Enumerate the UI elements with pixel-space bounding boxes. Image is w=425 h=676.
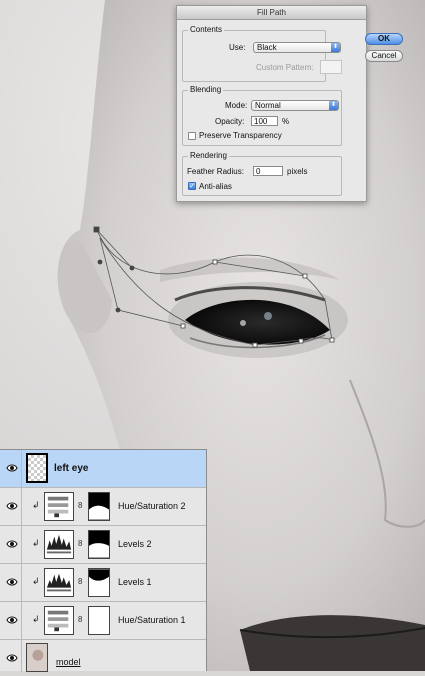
eye-icon[interactable]: [6, 463, 18, 473]
custom-pattern-label: Custom Pattern:: [256, 63, 314, 72]
link-chain-icon: 8: [78, 539, 83, 548]
layer-name: Hue/Saturation 1: [118, 615, 186, 625]
custom-pattern-picker[interactable]: [320, 60, 342, 74]
use-label: Use:: [229, 43, 246, 52]
clipping-arrow-icon: ↲: [32, 538, 40, 548]
hue-saturation-icon: [44, 606, 74, 635]
feather-unit: pixels: [287, 167, 308, 176]
rendering-label: Rendering: [188, 151, 229, 160]
blending-group: Blending Mode: Normal ⬍ Opacity: 100 % P…: [182, 85, 342, 146]
opacity-label: Opacity:: [215, 117, 245, 126]
mode-label: Mode:: [225, 101, 248, 110]
lips: [240, 615, 425, 671]
link-chain-icon: 8: [78, 615, 83, 624]
ok-button[interactable]: OK: [365, 33, 403, 45]
preserve-transparency-label: Preserve Transparency: [199, 131, 282, 140]
use-select-arrows-icon: ⬍: [331, 43, 340, 52]
anti-alias-label: Anti-alias: [199, 182, 232, 191]
link-chain-icon: 8: [78, 501, 83, 510]
clipping-arrow-icon: ↲: [32, 576, 40, 586]
preserve-transparency-checkbox[interactable]: [188, 132, 196, 140]
hue-saturation-icon: [44, 492, 74, 521]
layer-row-levels-1[interactable]: ↲ 8 Levels 1: [0, 564, 206, 602]
layer-name: Hue/Saturation 2: [118, 501, 186, 511]
layer-row-model[interactable]: model: [0, 640, 206, 672]
layer-row-levels-2[interactable]: ↲ 8 Levels 2: [0, 526, 206, 564]
opacity-unit: %: [282, 117, 290, 126]
mode-select-arrows-icon: ⬍: [329, 101, 338, 110]
eye-icon[interactable]: [6, 539, 18, 549]
eye-icon[interactable]: [6, 615, 18, 625]
blending-label: Blending: [188, 85, 224, 94]
fill-path-dialog: Fill Path Contents Use: Black ⬍ Custom P…: [176, 5, 403, 202]
layer-row-hue-saturation-2[interactable]: ↲ 8 Hue/Saturation 2: [0, 488, 206, 526]
feather-radius-field[interactable]: 0: [253, 166, 283, 176]
eye-icon[interactable]: [6, 653, 18, 663]
link-chain-icon: 8: [78, 577, 83, 586]
eye-icon[interactable]: [6, 577, 18, 587]
feather-radius-label: Feather Radius:: [187, 167, 244, 176]
layer-name: left eye: [54, 463, 89, 474]
layer-row-hue-saturation-1[interactable]: ↲ 8 Hue/Saturation 1: [0, 602, 206, 640]
use-select[interactable]: Black ⬍: [253, 42, 341, 53]
layer-thumbnail: [26, 643, 48, 672]
opacity-field[interactable]: 100: [251, 116, 278, 126]
layer-row-left-eye[interactable]: left eye: [0, 450, 206, 488]
anti-alias-checkbox[interactable]: ✓: [188, 182, 196, 190]
layer-thumbnail: [26, 453, 48, 483]
levels-icon: [44, 568, 74, 597]
layers-panel: left eye ↲ 8 Hue/Saturation 2 ↲ 8 Levels…: [0, 449, 207, 672]
layer-name: Levels 2: [118, 539, 152, 549]
layer-mask-thumbnail: [88, 568, 110, 597]
clipping-arrow-icon: ↲: [32, 614, 40, 624]
layer-name: model: [56, 657, 81, 667]
contents-group: Contents Use: Black ⬍ Custom Pattern:: [182, 25, 342, 82]
dialog-title: Fill Path: [177, 6, 366, 20]
layer-mask-thumbnail: [88, 530, 110, 559]
layer-mask-thumbnail: [88, 606, 110, 635]
cancel-button[interactable]: Cancel: [365, 50, 403, 62]
eye-icon[interactable]: [6, 501, 18, 511]
rendering-group: Rendering Feather Radius: 0 pixels ✓ Ant…: [182, 151, 342, 196]
contents-label: Contents: [188, 25, 225, 34]
layer-name: Levels 1: [118, 577, 152, 587]
layer-mask-thumbnail: [88, 492, 110, 521]
levels-icon: [44, 530, 74, 559]
mode-value: Normal: [255, 101, 281, 110]
use-value: Black: [257, 43, 277, 52]
clipping-arrow-icon: ↲: [32, 500, 40, 510]
mode-select[interactable]: Normal ⬍: [251, 100, 339, 111]
